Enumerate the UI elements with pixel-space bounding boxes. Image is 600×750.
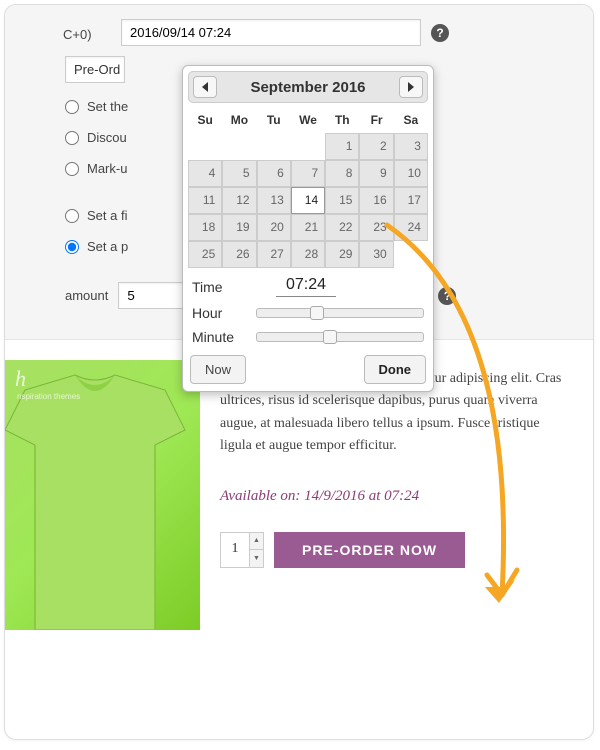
logo-watermark-sub: nspiration themes bbox=[17, 392, 80, 401]
next-month-button[interactable] bbox=[399, 76, 423, 98]
time-label: Time bbox=[192, 279, 256, 295]
qty-up-icon[interactable]: ▲ bbox=[250, 533, 263, 551]
day-cell[interactable]: 8 bbox=[325, 160, 359, 187]
preorder-button[interactable]: PRE-ORDER NOW bbox=[274, 532, 465, 568]
datepicker-title: September 2016 bbox=[250, 79, 365, 96]
dow-header: Su bbox=[188, 107, 222, 133]
minute-slider[interactable] bbox=[256, 332, 424, 342]
amount-label: amount bbox=[65, 288, 108, 303]
day-cell[interactable]: 6 bbox=[257, 160, 291, 187]
help-icon[interactable]: ? bbox=[431, 24, 449, 42]
day-cell[interactable]: 14 bbox=[291, 187, 325, 214]
day-cell[interactable]: 5 bbox=[222, 160, 256, 187]
timezone-suffix: C+0) bbox=[63, 27, 92, 42]
day-cell[interactable]: 13 bbox=[257, 187, 291, 214]
minute-slider-handle[interactable] bbox=[323, 330, 337, 344]
dow-header: We bbox=[291, 107, 325, 133]
radio-label: Set the bbox=[87, 99, 128, 114]
qty-down-icon[interactable]: ▼ bbox=[250, 550, 263, 567]
day-cell[interactable]: 24 bbox=[394, 214, 428, 241]
day-cell[interactable]: 26 bbox=[222, 241, 256, 268]
product-image: h nspiration themes bbox=[5, 360, 200, 630]
type-select[interactable]: Pre-Ord bbox=[65, 56, 125, 83]
day-cell[interactable]: 19 bbox=[222, 214, 256, 241]
dow-header: Th bbox=[325, 107, 359, 133]
radio-label: Discou bbox=[87, 130, 127, 145]
day-cell[interactable]: 12 bbox=[222, 187, 256, 214]
quantity-stepper[interactable]: 1 ▲ ▼ bbox=[220, 532, 264, 568]
radio-set-percent[interactable] bbox=[65, 240, 79, 254]
radio-label: Set a p bbox=[87, 239, 128, 254]
radio-set-the[interactable] bbox=[65, 100, 79, 114]
day-cell[interactable]: 29 bbox=[325, 241, 359, 268]
dow-header: Fr bbox=[359, 107, 393, 133]
available-on-text: Available on: 14/9/2016 at 07:24 bbox=[220, 484, 563, 508]
day-cell[interactable]: 7 bbox=[291, 160, 325, 187]
day-cell[interactable]: 20 bbox=[257, 214, 291, 241]
dow-header: Mo bbox=[222, 107, 256, 133]
hour-slider-handle[interactable] bbox=[310, 306, 324, 320]
radio-label: Mark-u bbox=[87, 161, 127, 176]
done-button[interactable]: Done bbox=[364, 355, 427, 384]
datepicker-popup: September 2016 SuMoTuWeThFrSa12345678910… bbox=[182, 65, 434, 392]
day-cell[interactable]: 23 bbox=[359, 214, 393, 241]
radio-discount[interactable] bbox=[65, 131, 79, 145]
day-cell[interactable]: 21 bbox=[291, 214, 325, 241]
day-cell[interactable]: 9 bbox=[359, 160, 393, 187]
help-icon[interactable]: ? bbox=[438, 287, 456, 305]
day-cell[interactable]: 22 bbox=[325, 214, 359, 241]
day-cell[interactable]: 16 bbox=[359, 187, 393, 214]
day-cell[interactable]: 3 bbox=[394, 133, 428, 160]
day-cell[interactable]: 18 bbox=[188, 214, 222, 241]
hour-slider[interactable] bbox=[256, 308, 424, 318]
minute-label: Minute bbox=[192, 329, 256, 345]
time-value: 07:24 bbox=[276, 276, 336, 297]
day-cell[interactable]: 25 bbox=[188, 241, 222, 268]
day-cell[interactable]: 4 bbox=[188, 160, 222, 187]
day-cell[interactable]: 27 bbox=[257, 241, 291, 268]
prev-month-button[interactable] bbox=[193, 76, 217, 98]
radio-markup[interactable] bbox=[65, 162, 79, 176]
day-cell[interactable]: 15 bbox=[325, 187, 359, 214]
dow-header: Sa bbox=[394, 107, 428, 133]
logo-watermark: h bbox=[15, 366, 26, 392]
now-button[interactable]: Now bbox=[190, 355, 246, 384]
radio-label: Set a fi bbox=[87, 208, 127, 223]
quantity-value: 1 bbox=[221, 538, 249, 560]
day-cell[interactable]: 10 bbox=[394, 160, 428, 187]
release-date-input[interactable] bbox=[121, 19, 421, 46]
day-cell[interactable]: 1 bbox=[325, 133, 359, 160]
day-cell[interactable]: 28 bbox=[291, 241, 325, 268]
day-cell[interactable]: 2 bbox=[359, 133, 393, 160]
day-cell[interactable]: 11 bbox=[188, 187, 222, 214]
hour-label: Hour bbox=[192, 305, 256, 321]
day-cell[interactable]: 30 bbox=[359, 241, 393, 268]
radio-set-fixed[interactable] bbox=[65, 209, 79, 223]
day-cell[interactable]: 17 bbox=[394, 187, 428, 214]
dow-header: Tu bbox=[257, 107, 291, 133]
